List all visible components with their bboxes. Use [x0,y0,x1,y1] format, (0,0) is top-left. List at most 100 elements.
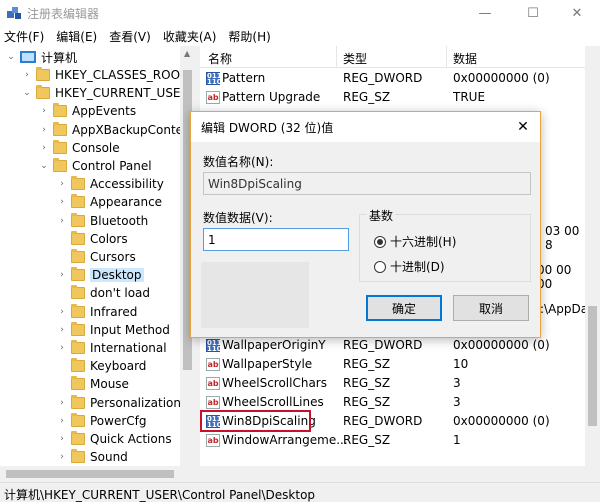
chevron-right-icon[interactable]: › [57,343,67,353]
chevron-right-icon[interactable]: › [57,197,67,207]
tree-item[interactable]: › Infrared [57,303,137,321]
value-row[interactable]: ab Pattern Upgrade REG_SZ TRUE [200,88,585,107]
blurred-region [201,262,309,328]
list-scroll-thumb[interactable] [588,306,597,426]
value-row[interactable]: ab WheelScrollChars REG_SZ 3 [200,374,585,393]
menu-edit[interactable]: 编辑(E) [56,28,97,45]
chevron-down-icon[interactable]: ⌄ [39,161,49,171]
dialog-close-icon[interactable]: ✕ [511,116,535,138]
value-data: 0x00000000 (0) [453,71,550,85]
chevron-right-icon[interactable]: › [57,325,67,335]
chevron-right-icon[interactable]: › [57,179,67,189]
tree-item[interactable]: Colors [57,230,128,248]
folder-icon [71,394,85,409]
folder-icon [71,212,85,227]
folder-icon [71,340,85,354]
chevron-right-icon[interactable]: › [39,106,49,116]
radio-decimal[interactable]: 十进制(D) [374,258,445,275]
tree-item[interactable]: › Quick Actions [57,430,172,448]
tree-item[interactable]: › AppEvents [39,102,136,120]
tree-item[interactable]: Keyboard [57,357,146,375]
chevron-right-icon[interactable]: › [22,70,32,80]
tree-item[interactable]: › HKEY_CLASSES_ROOT [22,66,187,84]
tree-item[interactable]: › Desktop [57,266,144,284]
maximize-button[interactable]: ☐ [510,0,556,26]
scroll-up-icon[interactable]: ▲ [184,49,190,58]
partial-data-2: 00 00 00 [537,263,572,291]
value-name: WindowArrangeme... [222,433,348,447]
dialog-title-bar: 编辑 DWORD (32 位)值 ✕ [191,112,540,142]
chevron-right-icon[interactable]: › [57,307,67,317]
minimize-button[interactable]: — [462,0,508,26]
computer-icon [20,51,36,63]
chevron-right-icon[interactable]: › [57,398,67,408]
tree-item[interactable]: › Accessibility [57,175,164,193]
value-name: WheelScrollLines [222,395,324,409]
menu-bar: 文件(F) 编辑(E) 查看(V) 收藏夹(A) 帮助(H) [0,26,600,46]
chevron-down-icon[interactable]: ⌄ [6,52,16,62]
binary-value-icon: 011 110 [206,339,222,353]
tree-item[interactable]: Cursors [57,248,136,266]
tree-item[interactable]: › PowerCfg [57,412,147,430]
value-row[interactable]: ab WallpaperStyle REG_SZ 10 [200,355,585,374]
header-data[interactable]: 数据 [453,50,477,67]
value-row[interactable]: 011 110 WallpaperOriginY REG_DWORD 0x000000… [200,336,585,355]
tree-hscrollbar[interactable] [0,466,600,482]
header-divider[interactable] [336,46,337,68]
chevron-right-icon[interactable]: › [57,270,67,280]
menu-file[interactable]: 文件(F) [4,28,44,45]
radio-hexadecimal[interactable]: 十六进制(H) [374,233,456,250]
value-type: REG_DWORD [343,338,423,352]
folder-icon [71,412,85,427]
tree-item[interactable]: › Bluetooth [57,212,148,230]
title-bar: 注册表编辑器 — ☐ ✕ [0,0,600,26]
tree-item-label: Sound [90,450,128,465]
tree-item[interactable]: don't load [57,284,150,302]
tree-item[interactable]: ⌄ Control Panel [39,157,152,175]
chevron-down-icon[interactable]: ⌄ [22,88,32,98]
header-divider[interactable] [446,46,447,68]
menu-favorites[interactable]: 收藏夹(A) [163,28,217,45]
tree-item[interactable]: › International [57,339,167,357]
menu-view[interactable]: 查看(V) [109,28,151,45]
header-type[interactable]: 类型 [343,50,367,67]
tree-item[interactable]: › Console [39,139,120,157]
tree-item[interactable]: › Input Method [57,321,170,339]
string-value-icon: ab [206,377,220,390]
chevron-right-icon[interactable]: › [57,452,67,462]
hscroll-thumb[interactable] [6,470,174,478]
folder-icon [71,249,85,263]
close-button[interactable]: ✕ [554,0,600,26]
ok-button[interactable]: 确定 [366,295,442,321]
value-name-field[interactable] [203,172,531,195]
menu-help[interactable]: 帮助(H) [228,28,270,45]
chevron-right-icon[interactable]: › [39,125,49,135]
cancel-button[interactable]: 取消 [453,295,529,321]
status-path: 计算机\HKEY_CURRENT_USER\Control Panel\Desk… [4,488,316,502]
chevron-right-icon[interactable]: › [57,416,67,426]
list-scrollbar[interactable] [585,46,600,466]
value-type: REG_SZ [343,357,391,371]
tree-item-label: Keyboard [90,359,147,374]
folder-icon [53,121,67,136]
value-row[interactable]: ab WindowArrangeme... REG_SZ 1 [200,431,585,450]
value-name: WheelScrollChars [222,376,327,390]
value-row[interactable]: 011 110 Pattern REG_DWORD 0x00000000 (0) [200,69,585,88]
tree-item[interactable]: › AppXBackupConter [39,121,188,139]
tree-item-label: Appearance [90,195,163,210]
radio-unselected-icon[interactable] [374,260,386,273]
tree-item-label: don't load [90,286,151,301]
header-name[interactable]: 名称 [208,50,232,67]
chevron-right-icon[interactable]: › [57,434,67,444]
tree-item[interactable]: ⌄ HKEY_CURRENT_USER [22,84,189,102]
tree-root[interactable]: ⌄ 计算机 [6,48,77,66]
value-data-input[interactable] [203,228,349,251]
tree-item[interactable]: › Appearance [57,193,162,211]
folder-icon [53,103,67,118]
chevron-right-icon[interactable]: › [39,143,49,153]
radio-selected-icon[interactable] [374,235,386,248]
tree-item[interactable]: › Personalization [57,394,181,412]
tree-item[interactable]: Mouse [57,375,129,393]
chevron-right-icon[interactable]: › [57,216,67,226]
tree-item[interactable]: › Sound [57,448,128,466]
